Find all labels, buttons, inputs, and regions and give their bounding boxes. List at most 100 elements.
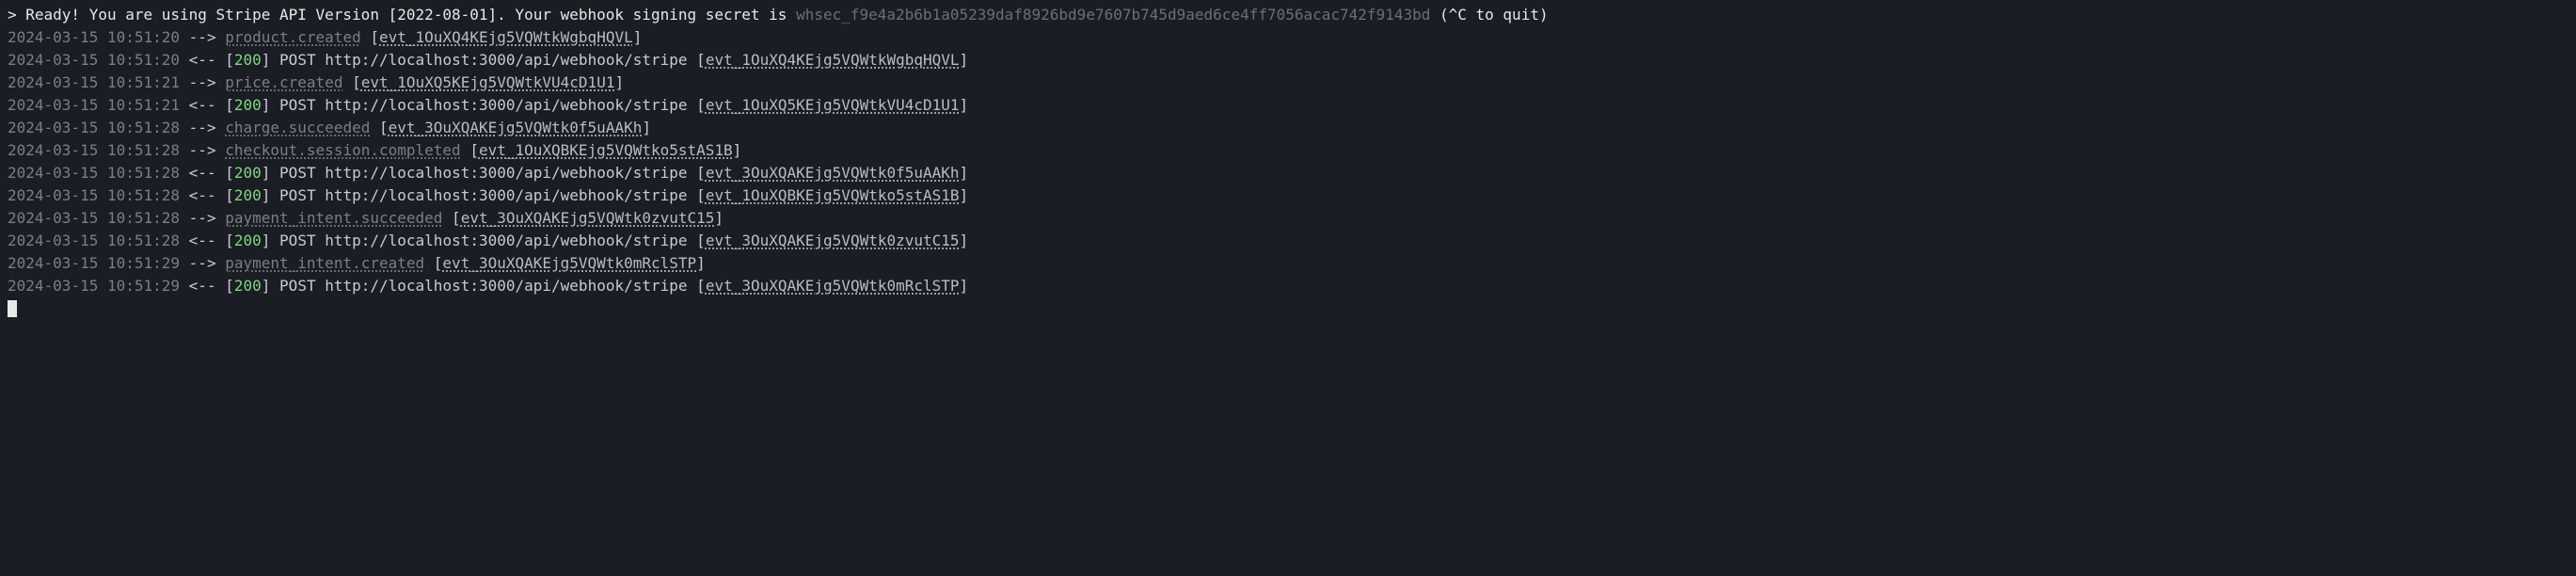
timestamp: 2024-03-15 10:51:29: [8, 254, 180, 272]
request-line: POST http://localhost:3000/api/webhook/s…: [279, 232, 687, 249]
event-id: evt_1OuXQ4KEjg5VQWtkWgbqHQVL: [706, 51, 960, 69]
bracket: ]: [262, 232, 271, 249]
bracket: ]: [960, 186, 969, 204]
timestamp: 2024-03-15 10:51:28: [8, 232, 180, 249]
bracket: [: [225, 96, 234, 114]
arrow-in-icon: <--: [189, 96, 216, 114]
event-id: evt_3OuXQAKEjg5VQWtk0zvutC15: [706, 232, 960, 249]
arrow-out-icon: -->: [189, 254, 216, 272]
log-line: 2024-03-15 10:51:29 <-- [200] POST http:…: [8, 275, 2568, 297]
event-id: evt_3OuXQAKEjg5VQWtk0mRclSTP: [442, 254, 696, 272]
arrow-in-icon: <--: [189, 186, 216, 204]
event-type: price.created: [225, 73, 342, 91]
event-id: evt_1OuXQBKEjg5VQWtko5stAS1B: [706, 186, 960, 204]
arrow-in-icon: <--: [189, 232, 216, 249]
bracket: ]: [696, 254, 706, 272]
arrow-out-icon: -->: [189, 209, 216, 227]
event-type: checkout.session.completed: [225, 141, 460, 159]
cursor: [8, 300, 17, 317]
event-type: payment_intent.succeeded: [225, 209, 442, 227]
bracket: ]: [614, 73, 624, 91]
event-type: payment_intent.created: [225, 254, 424, 272]
log-line: 2024-03-15 10:51:29 --> payment_intent.c…: [8, 252, 2568, 275]
log-line: 2024-03-15 10:51:20 <-- [200] POST http:…: [8, 49, 2568, 72]
timestamp: 2024-03-15 10:51:20: [8, 28, 180, 46]
status-code: 200: [234, 96, 262, 114]
request-line: POST http://localhost:3000/api/webhook/s…: [279, 186, 687, 204]
event-id: evt_3OuXQAKEjg5VQWtk0f5uAAKh: [389, 119, 643, 136]
arrow-in-icon: <--: [189, 164, 216, 182]
arrow-out-icon: -->: [189, 28, 216, 46]
arrow-in-icon: <--: [189, 51, 216, 69]
event-id: evt_1OuXQ5KEjg5VQWtkVU4cD1U1: [361, 73, 615, 91]
prompt-char: >: [8, 6, 25, 24]
bracket: [: [352, 73, 361, 91]
bracket: [: [469, 141, 479, 159]
status-code: 200: [234, 164, 262, 182]
request-line: POST http://localhost:3000/api/webhook/s…: [279, 164, 687, 182]
arrow-in-icon: <--: [189, 277, 216, 295]
log-line: 2024-03-15 10:51:28 --> charge.succeeded…: [8, 117, 2568, 139]
bracket: [: [696, 164, 706, 182]
log-line: 2024-03-15 10:51:21 <-- [200] POST http:…: [8, 94, 2568, 117]
quit-hint: (^C to quit): [1430, 6, 1548, 24]
bracket: ]: [733, 141, 742, 159]
timestamp: 2024-03-15 10:51:28: [8, 209, 180, 227]
status-code: 200: [234, 277, 262, 295]
bracket: [: [225, 277, 234, 295]
ready-text: Ready! You are using Stripe API Version …: [25, 6, 796, 24]
timestamp: 2024-03-15 10:51:21: [8, 73, 180, 91]
bracket: ]: [960, 232, 969, 249]
bracket: ]: [262, 277, 271, 295]
bracket: ]: [960, 51, 969, 69]
timestamp: 2024-03-15 10:51:29: [8, 277, 180, 295]
bracket: [: [696, 51, 706, 69]
arrow-out-icon: -->: [189, 73, 216, 91]
timestamp: 2024-03-15 10:51:20: [8, 51, 180, 69]
bracket: ]: [960, 277, 969, 295]
status-code: 200: [234, 232, 262, 249]
bracket: ]: [714, 209, 724, 227]
bracket: [: [379, 119, 389, 136]
log-line: 2024-03-15 10:51:28 <-- [200] POST http:…: [8, 184, 2568, 207]
bracket: [: [696, 186, 706, 204]
bracket: [: [696, 277, 706, 295]
event-id: evt_3OuXQAKEjg5VQWtk0mRclSTP: [706, 277, 960, 295]
bracket: [: [225, 232, 234, 249]
bracket: [: [696, 232, 706, 249]
event-id: evt_1OuXQ4KEjg5VQWtkWgbqHQVL: [379, 28, 633, 46]
status-code: 200: [234, 186, 262, 204]
arrow-out-icon: -->: [189, 141, 216, 159]
request-line: POST http://localhost:3000/api/webhook/s…: [279, 96, 687, 114]
timestamp: 2024-03-15 10:51:28: [8, 141, 180, 159]
bracket: ]: [262, 96, 271, 114]
request-line: POST http://localhost:3000/api/webhook/s…: [279, 277, 687, 295]
bracket: ]: [262, 186, 271, 204]
event-id: evt_1OuXQ5KEjg5VQWtkVU4cD1U1: [706, 96, 960, 114]
log-line: 2024-03-15 10:51:20 --> product.created …: [8, 26, 2568, 49]
bracket: [: [434, 254, 443, 272]
event-id: evt_1OuXQBKEjg5VQWtko5stAS1B: [479, 141, 733, 159]
bracket: ]: [262, 164, 271, 182]
bracket: [: [370, 28, 379, 46]
bracket: [: [225, 186, 234, 204]
event-type: product.created: [225, 28, 361, 46]
bracket: ]: [633, 28, 643, 46]
cursor-line: [8, 297, 2568, 320]
log-line: 2024-03-15 10:51:28 <-- [200] POST http:…: [8, 230, 2568, 252]
timestamp: 2024-03-15 10:51:28: [8, 119, 180, 136]
event-id: evt_3OuXQAKEjg5VQWtk0zvutC15: [461, 209, 715, 227]
arrow-out-icon: -->: [189, 119, 216, 136]
webhook-secret: whsec_f9e4a2b6b1a05239daf8926bd9e7607b74…: [796, 6, 1430, 24]
request-line: POST http://localhost:3000/api/webhook/s…: [279, 51, 687, 69]
bracket: ]: [262, 51, 271, 69]
log-line: 2024-03-15 10:51:28 <-- [200] POST http:…: [8, 162, 2568, 184]
bracket: [: [696, 96, 706, 114]
bracket: ]: [960, 164, 969, 182]
terminal-output: > Ready! You are using Stripe API Versio…: [8, 4, 2568, 320]
status-code: 200: [234, 51, 262, 69]
timestamp: 2024-03-15 10:51:28: [8, 186, 180, 204]
log-line: 2024-03-15 10:51:28 --> payment_intent.s…: [8, 207, 2568, 230]
bracket: [: [225, 51, 234, 69]
timestamp: 2024-03-15 10:51:21: [8, 96, 180, 114]
